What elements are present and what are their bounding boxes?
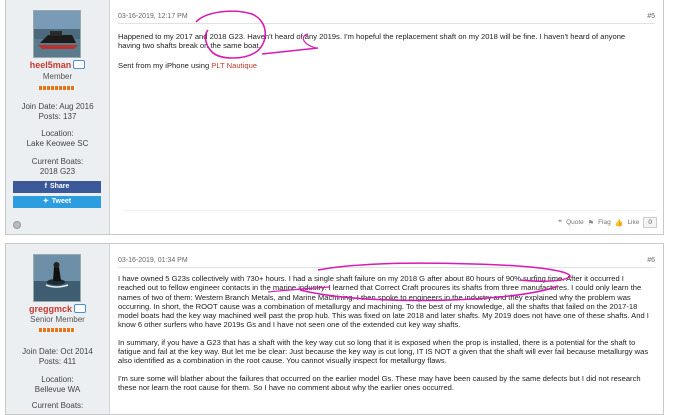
boats-label: Current Boats:	[31, 157, 84, 166]
post-5: heel5man Member Join Date: Aug 2016 Post…	[5, 0, 664, 235]
post-6: greggmck Senior Member Join Date: Oct 20…	[5, 243, 664, 415]
post-date: 03-16-2019, 01:34 PM	[118, 257, 188, 264]
post-date: 03-16-2019, 12:17 PM	[118, 13, 188, 20]
post-meta: 03-16-2019, 01:34 PM #6	[118, 256, 655, 268]
flag-button[interactable]: Flag	[598, 219, 611, 226]
user-avatar[interactable]	[33, 254, 81, 302]
username[interactable]: greggmck	[6, 304, 109, 314]
post-paragraph-1: I have owned 5 G23s collectively with 73…	[118, 274, 649, 330]
quote-button[interactable]: Quote	[566, 219, 584, 226]
location-value: Lake Keowee SC	[26, 139, 89, 148]
chat-icon[interactable]	[74, 304, 86, 313]
twitter-icon: ✦	[42, 198, 49, 205]
post-signature: Sent from my iPhone using PLT Nautique	[118, 60, 258, 70]
facebook-share-button[interactable]: f Share	[13, 181, 101, 193]
like-button[interactable]: Like	[627, 219, 639, 226]
post-paragraph-3: I'm sure some will blather about the fai…	[118, 373, 641, 392]
post-content: 03-16-2019, 12:17 PM #5 Happened to my 2…	[118, 0, 655, 234]
thumbs-up-icon[interactable]: 👍	[615, 219, 624, 227]
location-label: Location:	[41, 129, 74, 138]
user-rank: Member	[42, 72, 73, 81]
post-meta: 03-16-2019, 12:17 PM #5	[118, 12, 655, 24]
post-body: I have owned 5 G23s collectively with 73…	[118, 274, 649, 400]
post-actions: ❞ Quote ⚑ Flag 👍 Like 0	[558, 217, 657, 228]
plt-nautique-link[interactable]: PLT Nautique	[211, 61, 257, 70]
quote-icon[interactable]: ❞	[558, 219, 562, 227]
username-link[interactable]: heel5man	[30, 60, 72, 70]
flag-icon[interactable]: ⚑	[588, 219, 594, 227]
username-link[interactable]: greggmck	[29, 304, 72, 314]
post-count: Posts: 411	[38, 357, 77, 366]
reputation-bar	[39, 86, 75, 90]
facebook-icon: f	[44, 183, 47, 190]
post-number[interactable]: #6	[647, 256, 655, 265]
user-avatar[interactable]	[33, 10, 81, 58]
post-number[interactable]: #5	[647, 12, 655, 21]
post-text: Happened to my 2017 and 2018 G23. Haven'…	[118, 32, 626, 51]
user-sidebar: greggmck Senior Member Join Date: Oct 20…	[6, 244, 110, 414]
post-paragraph-2: In summary, if you have a G23 that has a…	[118, 337, 649, 366]
reputation-bar	[39, 328, 75, 332]
post-footer-divider	[124, 210, 657, 211]
join-date: Join Date: Oct 2014	[22, 347, 93, 356]
post-content: 03-16-2019, 01:34 PM #6 I have owned 5 G…	[118, 244, 655, 414]
online-status-icon	[13, 221, 21, 229]
location-label: Location:	[41, 375, 74, 384]
user-rank: Senior Member	[30, 315, 85, 324]
boats-value: 2018 G23	[39, 167, 76, 176]
user-sidebar: heel5man Member Join Date: Aug 2016 Post…	[6, 0, 110, 234]
chat-icon[interactable]	[73, 60, 86, 69]
boats-label: Current Boats:	[31, 401, 84, 410]
like-count: 0	[643, 217, 657, 228]
post-body: Happened to my 2017 and 2018 G23. Haven'…	[118, 32, 649, 78]
post-count: Posts: 137	[38, 112, 77, 121]
location-value: Bellevue WA	[34, 385, 81, 394]
twitter-tweet-button[interactable]: ✦ Tweet	[13, 196, 101, 208]
username[interactable]: heel5man	[6, 60, 109, 70]
join-date: Join Date: Aug 2016	[21, 102, 94, 111]
